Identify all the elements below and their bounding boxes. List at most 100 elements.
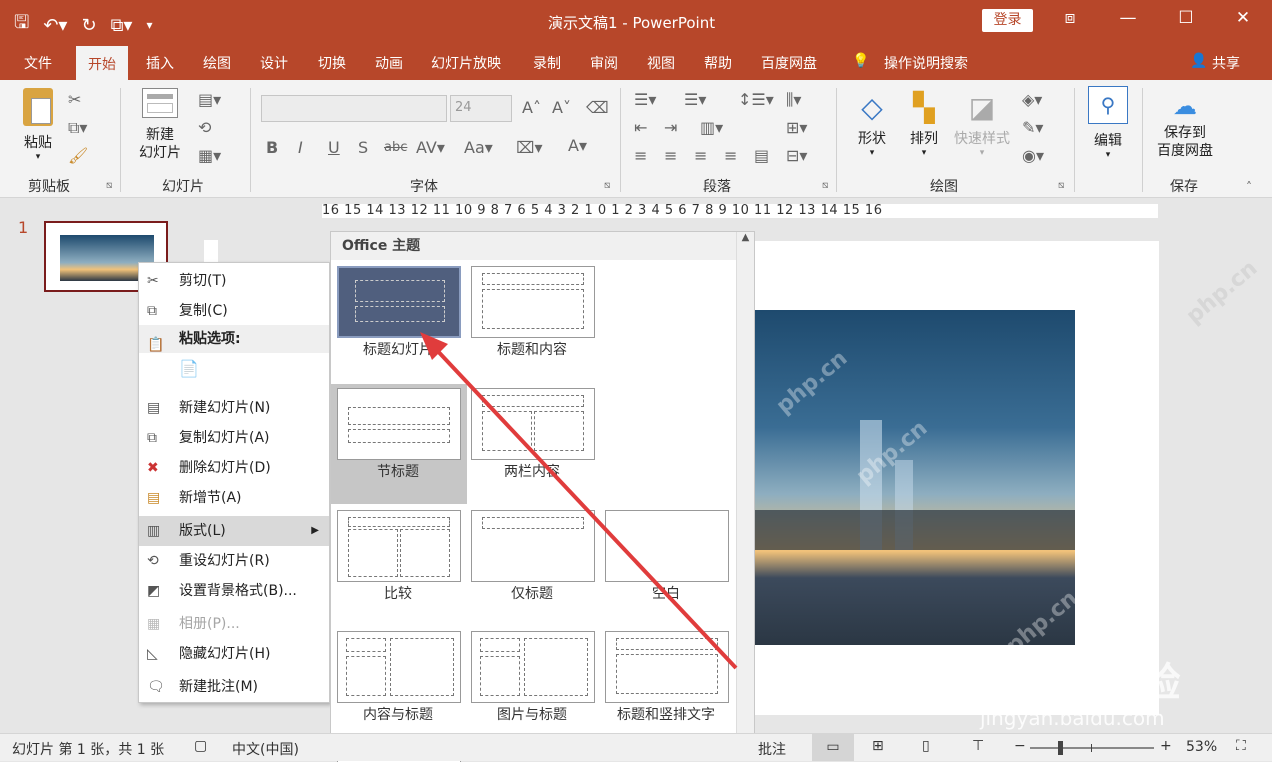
line-spacing-icon[interactable]: ↕☰▾ [738,90,774,109]
clear-format-icon[interactable]: ⌫ [586,98,609,117]
bold-icon[interactable]: B [266,138,278,157]
align-right-icon[interactable]: ≡ [694,146,707,165]
layout-comparison[interactable] [337,510,461,582]
shape-fill-icon[interactable]: ◈▾ [1022,90,1042,109]
menu-duplicate-slide[interactable]: ⧉ 复制幻灯片(A) [139,423,329,453]
menu-new-slide[interactable]: ▤ 新建幻灯片(N) [139,393,329,423]
align-text-icon[interactable]: ⊞▾ [786,118,807,137]
change-case-icon[interactable]: Aa▾ [464,138,493,157]
normal-view-icon[interactable]: ▭ [812,734,854,761]
shape-outline-icon[interactable]: ✎▾ [1022,118,1043,137]
maximize-icon[interactable]: ☐ [1171,8,1201,28]
zoom-out-icon[interactable]: − [1014,738,1026,754]
highlight-icon[interactable]: ⌧▾ [516,138,542,157]
layout-title-only[interactable] [471,510,595,582]
format-painter-icon[interactable]: 🖌 [68,146,88,165]
minimize-icon[interactable]: — [1113,8,1143,28]
shape-effects-icon[interactable]: ◉▾ [1022,146,1044,165]
tab-record[interactable]: 录制 [533,53,561,73]
comments-button[interactable]: 批注 [758,739,786,759]
menu-copy[interactable]: ⧉ 复制(C) [139,296,329,326]
layout-content-caption[interactable] [337,631,461,703]
smartart-icon[interactable]: ⊟▾ [786,146,807,165]
layout-blank[interactable] [605,510,729,582]
shapes-button[interactable]: ◇ 形状 ▾ [850,88,894,158]
close-icon[interactable]: ✕ [1228,8,1258,28]
paragraph-launcher-icon[interactable]: ⧅ [822,180,828,191]
share-button[interactable]: 共享 [1212,53,1240,73]
login-button[interactable]: 登录 [982,9,1033,32]
zoom-level[interactable]: 53% [1186,739,1217,755]
justify-icon[interactable]: ≡ [724,146,737,165]
decrease-indent-icon[interactable]: ⇤ [634,118,647,137]
customize-qat-icon[interactable]: ▾ [146,18,152,32]
shadow-icon[interactable]: S [358,138,368,157]
grow-font-icon[interactable]: A˄ [522,98,541,117]
gallery-scrollbar[interactable]: ▲ [736,232,754,760]
layout-title-content[interactable] [471,266,595,338]
text-direction-icon[interactable]: ▥▾ [700,118,723,137]
editing-button[interactable]: ⚲ 编辑 ▾ [1086,86,1130,160]
underline-icon[interactable]: U [328,138,340,157]
menu-hide-slide[interactable]: ◺ 隐藏幻灯片(H) [139,639,329,669]
font-color-icon[interactable]: A▾ [568,136,587,155]
reading-view-icon[interactable]: ▯ [922,738,930,754]
copy-icon[interactable]: ⧉▾ [68,118,87,138]
new-slide-button[interactable]: 新建 幻灯片 [132,88,188,162]
layout-title-vertical-text[interactable] [605,631,729,703]
tab-design[interactable]: 设计 [260,53,288,73]
layout-title-slide[interactable] [337,266,461,338]
spellcheck-icon[interactable]: ▢ [194,738,207,754]
font-launcher-icon[interactable]: ⧅ [604,180,610,191]
scroll-up-icon[interactable]: ▲ [737,232,754,243]
tab-baidu[interactable]: 百度网盘 [761,53,817,73]
layout-section-header[interactable] [337,388,461,460]
slide-sorter-icon[interactable]: ⊞ [872,738,884,754]
strikethrough-icon[interactable]: abc [384,140,407,155]
section-icon[interactable]: ▦▾ [198,146,221,165]
layout-icon[interactable]: ▤▾ [198,90,221,109]
font-name-combo[interactable] [261,95,447,122]
cut-icon[interactable]: ✂ [68,90,81,109]
reset-icon[interactable]: ⟲ [198,118,211,137]
numbering-icon[interactable]: ☰▾ [684,90,706,109]
menu-delete-slide[interactable]: ✖ 删除幻灯片(D) [139,453,329,483]
layout-two-content[interactable] [471,388,595,460]
undo-icon[interactable]: ↶▾ [43,15,67,36]
drawing-launcher-icon[interactable]: ⧅ [1058,180,1064,191]
zoom-in-icon[interactable]: + [1160,738,1172,754]
tell-me-search[interactable]: 操作说明搜索 [884,53,968,73]
font-size-combo[interactable]: 24 [450,95,512,122]
language-status[interactable]: 中文(中国) [232,739,299,759]
zoom-slider[interactable] [1030,741,1154,755]
slideshow-icon[interactable]: ⊤ [972,738,984,754]
tab-insert[interactable]: 插入 [146,53,174,73]
keep-text-only-icon[interactable]: 📄 [179,359,203,383]
present-icon[interactable]: ⧉▾ [111,15,133,36]
tab-draw[interactable]: 绘图 [203,53,231,73]
clipboard-launcher-icon[interactable]: ⧅ [106,180,112,191]
ribbon-display-icon[interactable]: ⧈ [1055,8,1085,28]
save-icon[interactable]: 🖫 [14,10,29,40]
columns-icon[interactable]: ⫼▾ [786,90,801,110]
char-spacing-icon[interactable]: AV▾ [416,138,445,157]
menu-reset-slide[interactable]: ⟲ 重设幻灯片(R) [139,546,329,576]
tab-transitions[interactable]: 切换 [318,53,346,73]
bullets-icon[interactable]: ☰▾ [634,90,656,109]
menu-new-comment[interactable]: 🗨 新建批注(M) [139,672,329,702]
quick-styles-button[interactable]: ◪ 快速样式 ▾ [950,88,1014,158]
arrange-button[interactable]: ▚ 排列 ▾ [904,88,944,158]
collapse-ribbon-icon[interactable]: ˄ [1246,180,1252,194]
city-skyline-image[interactable] [755,310,1075,645]
tab-view[interactable]: 视图 [647,53,675,73]
menu-cut[interactable]: ✂ 剪切(T) [139,266,329,296]
save-to-baidu-button[interactable]: ☁ 保存到 百度网盘 [1150,88,1220,160]
tab-animations[interactable]: 动画 [375,53,403,73]
layout-picture-caption[interactable] [471,631,595,703]
distribute-icon[interactable]: ▤ [754,146,769,165]
tab-home[interactable]: 开始 [76,46,128,80]
menu-layout[interactable]: ▥ 版式(L) ▶ [139,516,329,546]
paste-button[interactable]: 粘贴 ▾ [20,88,56,162]
menu-format-background[interactable]: ◩ 设置背景格式(B)... [139,576,329,606]
tab-slideshow[interactable]: 幻灯片放映 [431,53,501,73]
